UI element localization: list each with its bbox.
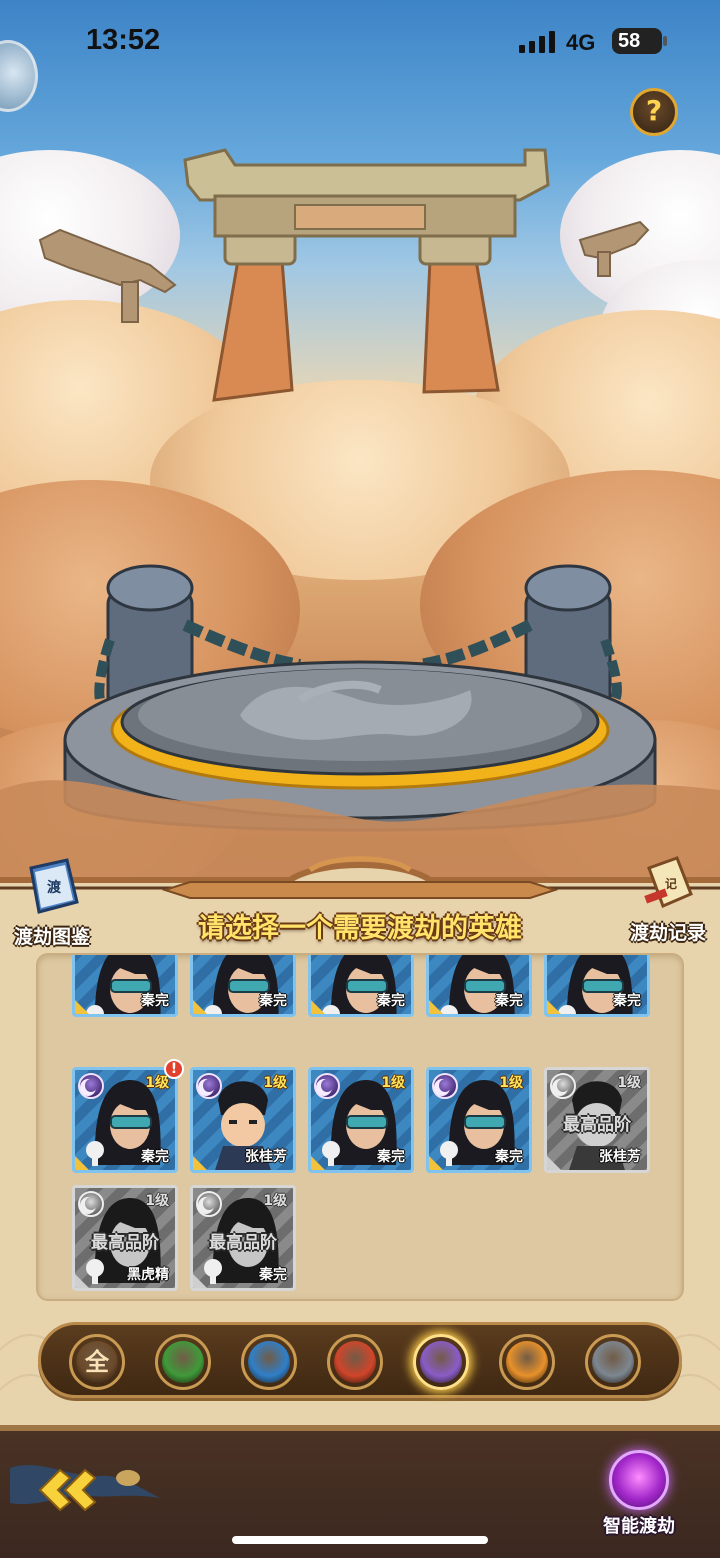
hero-name: 张桂芳 xyxy=(245,1149,287,1165)
filter-water-wave-button[interactable] xyxy=(241,1334,297,1390)
filter-all-button[interactable]: 全 xyxy=(69,1334,125,1390)
moon-element-icon xyxy=(196,1191,222,1217)
vortex-icon xyxy=(592,1341,634,1383)
heavenly-gate-art xyxy=(0,148,720,880)
hero-card[interactable]: 秦完 xyxy=(544,955,650,1017)
hero-card[interactable]: 1级最高品阶秦完 xyxy=(190,1185,296,1291)
water-wave-icon xyxy=(248,1341,290,1383)
hero-name: 张桂芳 xyxy=(599,1149,641,1165)
hero-card[interactable]: 秦完 xyxy=(190,955,296,1017)
network-type: 4G xyxy=(566,30,596,55)
hero-card[interactable]: 1级秦完 xyxy=(308,1067,414,1173)
hero-card[interactable]: 1级 秦完 xyxy=(72,1067,178,1173)
alert-badge-icon: ! xyxy=(164,1059,184,1079)
hero-level: 1级 xyxy=(499,1075,523,1091)
rarity-corner-icon xyxy=(193,1274,207,1288)
tribulation-record-label: 渡劫记录 xyxy=(629,922,706,944)
rarity-corner-icon xyxy=(311,1156,325,1170)
fire-flame-icon xyxy=(334,1341,376,1383)
battery-icon: 58 xyxy=(612,28,667,54)
hero-card[interactable]: 1级秦完 xyxy=(426,1067,532,1173)
hero-level: 1级 xyxy=(145,1193,169,1209)
max-quality-label: 最高品阶 xyxy=(91,1233,159,1253)
hero-name: 秦完 xyxy=(377,993,405,1009)
tribulation-codex-label: 渡劫图鉴 xyxy=(13,926,90,948)
rarity-corner-icon xyxy=(193,1156,207,1170)
filter-vortex-button[interactable] xyxy=(585,1334,641,1390)
filter-all-label: 全 xyxy=(85,1348,109,1376)
moon-element-icon xyxy=(314,1073,340,1099)
filter-wood-leaf-button[interactable] xyxy=(155,1334,211,1390)
status-time: 13:52 xyxy=(86,24,161,56)
hero-level: 1级 xyxy=(617,1075,641,1091)
hero-name: 秦完 xyxy=(141,993,169,1009)
battle-scene xyxy=(0,0,720,880)
max-quality-label: 最高品阶 xyxy=(563,1115,631,1135)
moon-element-icon xyxy=(550,1073,576,1099)
hero-card[interactable]: 秦完 xyxy=(308,955,414,1017)
hero-card[interactable]: 1级张桂芳 xyxy=(190,1067,296,1173)
smart-tribulation-button[interactable]: 智能渡劫 xyxy=(594,1450,684,1538)
rarity-corner-icon xyxy=(311,1000,325,1014)
element-filter-bar: 全 xyxy=(38,1322,682,1398)
hero-name: 秦完 xyxy=(495,993,523,1009)
hero-card[interactable]: 1级最高品阶张桂芳 xyxy=(544,1067,650,1173)
rarity-corner-icon xyxy=(547,1000,561,1014)
moon-element-icon xyxy=(78,1191,104,1217)
rarity-corner-icon xyxy=(75,1156,89,1170)
hero-name: 秦完 xyxy=(613,993,641,1009)
hero-card[interactable]: 秦完 xyxy=(426,955,532,1017)
skull-spirit-icon xyxy=(609,1450,669,1510)
rarity-corner-icon xyxy=(193,1000,207,1014)
title-banner: 请选择一个需要渡劫的英雄 xyxy=(160,898,560,952)
hero-name: 秦完 xyxy=(259,1267,287,1283)
hero-name: 秦完 xyxy=(141,1149,169,1165)
moon-element-icon xyxy=(432,1073,458,1099)
rarity-corner-icon xyxy=(429,1000,443,1014)
rarity-corner-icon xyxy=(547,1156,561,1170)
home-indicator[interactable] xyxy=(232,1536,488,1544)
help-button[interactable]: ? xyxy=(630,88,678,136)
svg-text:记: 记 xyxy=(665,877,677,891)
rarity-corner-icon xyxy=(75,1274,89,1288)
tribulation-record-button[interactable]: 记 渡劫记录 xyxy=(618,854,718,945)
hero-name: 黑虎精 xyxy=(127,1267,169,1283)
hero-level: 1级 xyxy=(263,1075,287,1091)
sun-icon xyxy=(506,1341,548,1383)
filter-moon-button[interactable] xyxy=(413,1334,469,1390)
max-quality-label: 最高品阶 xyxy=(209,1233,277,1253)
rarity-corner-icon xyxy=(429,1156,443,1170)
wood-leaf-icon xyxy=(162,1341,204,1383)
rarity-corner-icon xyxy=(75,1000,89,1014)
battery-level: 58 xyxy=(618,30,641,52)
hero-name: 秦完 xyxy=(377,1149,405,1165)
moon-element-icon xyxy=(78,1073,104,1099)
hero-name: 秦完 xyxy=(259,993,287,1009)
moon-element-icon xyxy=(196,1073,222,1099)
filter-sun-button[interactable] xyxy=(499,1334,555,1390)
book-icon: 渡 xyxy=(29,858,79,914)
filter-fire-flame-button[interactable] xyxy=(327,1334,383,1390)
scroll-icon: 记 xyxy=(644,856,693,909)
hero-level: 1级 xyxy=(381,1075,405,1091)
hero-grid: 秦完 秦完 秦完 秦完 秦完 1级 秦完! 1级 张桂芳 1级 秦完 1级 秦完 1级 最高品阶 张桂芳 1级最… xyxy=(36,953,684,1301)
hero-name: 秦完 xyxy=(495,1149,523,1165)
moon-icon xyxy=(420,1341,462,1383)
svg-text:渡: 渡 xyxy=(47,879,62,896)
hero-card[interactable]: 1级最高品阶黑虎精 xyxy=(72,1185,178,1291)
smart-tribulation-label: 智能渡劫 xyxy=(603,1516,675,1537)
back-button[interactable] xyxy=(0,1448,170,1528)
hero-level: 1级 xyxy=(263,1193,287,1209)
page-title: 请选择一个需要渡劫的英雄 xyxy=(198,913,522,944)
signal-icon xyxy=(519,31,557,53)
tribulation-codex-button[interactable]: 渡 渡劫图鉴 xyxy=(2,858,102,949)
hero-card[interactable]: 秦完 xyxy=(72,955,178,1017)
status-bar: 13:52 4G 58 xyxy=(0,0,720,88)
